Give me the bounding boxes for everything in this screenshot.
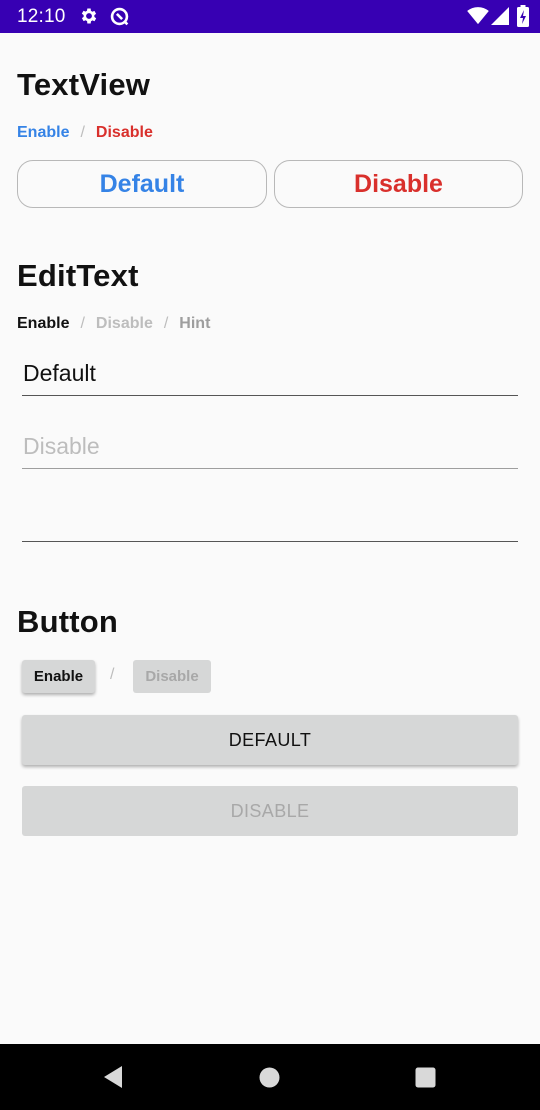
textview-disable-button[interactable]: Disable [274, 160, 523, 208]
home-icon[interactable] [259, 1067, 280, 1093]
edittext-enable-label: Enable [17, 315, 70, 332]
edittext-default-field[interactable]: Default [22, 352, 518, 396]
default-button[interactable]: DEFAULT [22, 715, 518, 765]
separator: / [163, 315, 169, 332]
edittext-disable-field: Disable [22, 425, 518, 469]
separator: / [80, 315, 85, 332]
edittext-state-row: Enable / Disable / Hint [17, 315, 210, 333]
textview-disable-label: Disable [95, 124, 153, 141]
cell-signal-icon [491, 7, 509, 25]
edittext-hint-field[interactable] [22, 498, 518, 542]
settings-icon [79, 6, 99, 26]
button-disable-small: Disable [133, 660, 211, 693]
edittext-title: EditText [17, 258, 139, 293]
wifi-icon [467, 7, 489, 25]
data-saver-icon [109, 6, 130, 27]
battery-charging-icon [517, 5, 529, 27]
button-enable-small[interactable]: Enable [22, 660, 95, 693]
recents-icon[interactable] [415, 1067, 436, 1093]
status-bar: 12:10 [0, 0, 540, 33]
textview-default-button[interactable]: Default [17, 160, 267, 208]
disable-button: DISABLE [22, 786, 518, 836]
status-time: 12:10 [17, 6, 66, 27]
separator: / [80, 124, 85, 141]
textview-state-row: Enable / Disable [17, 124, 153, 142]
textview-title: TextView [17, 67, 151, 102]
button-title: Button [17, 604, 119, 639]
textview-enable-label: Enable [17, 124, 70, 141]
edittext-hint-label: Hint [179, 315, 211, 332]
separator: / [110, 666, 115, 683]
edittext-disable-label: Disable [95, 315, 153, 332]
back-icon[interactable] [103, 1065, 123, 1094]
navigation-bar [0, 1044, 540, 1110]
